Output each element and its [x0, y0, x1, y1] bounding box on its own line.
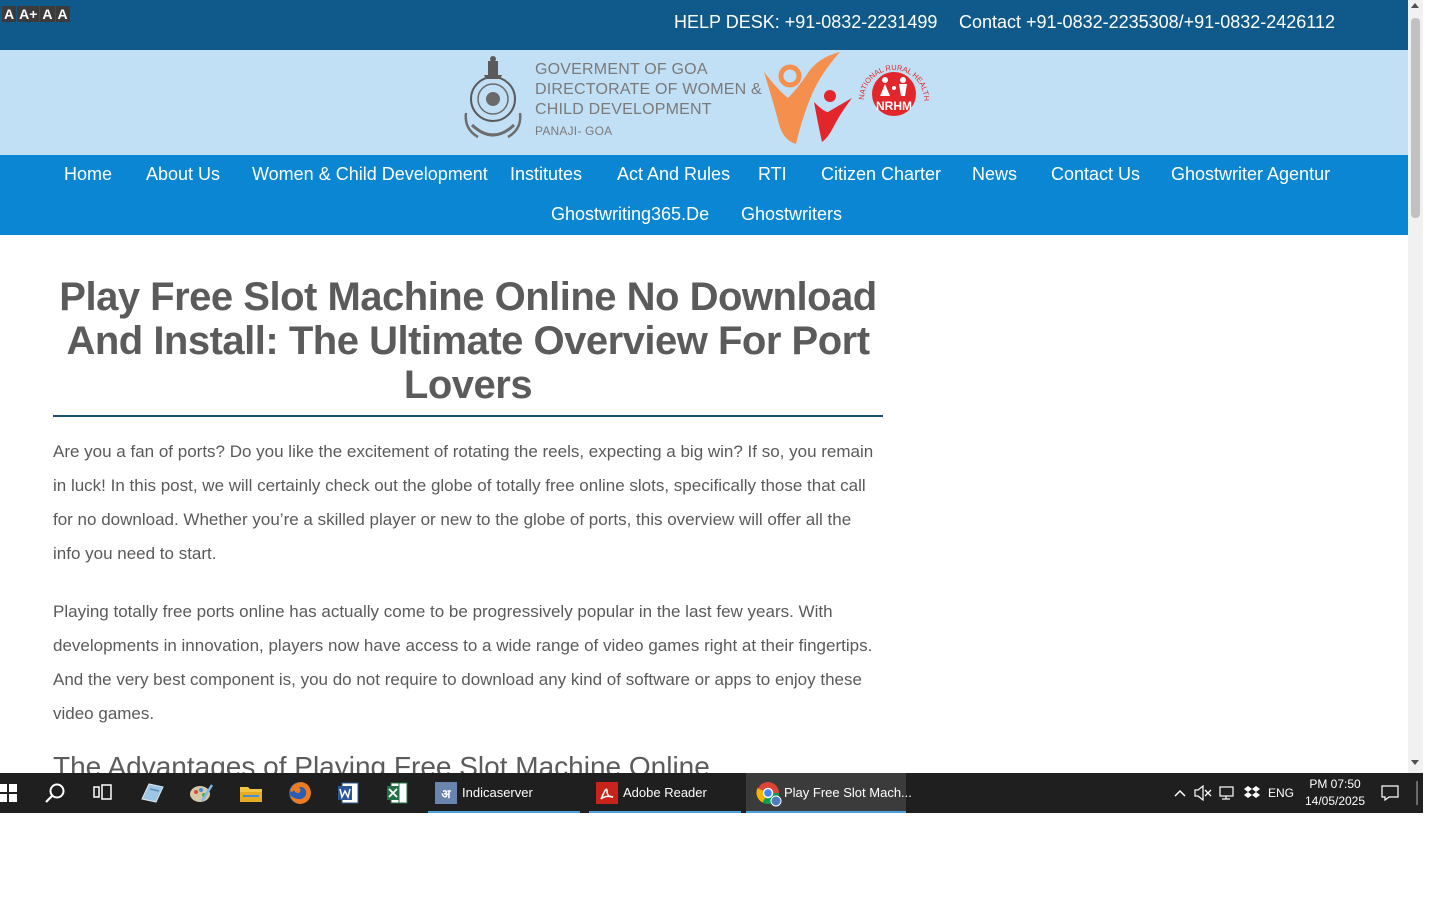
nav-about-us[interactable]: About Us	[146, 164, 220, 185]
nav-ghostwriter-agentur[interactable]: Ghostwriter Agentur	[1171, 164, 1330, 185]
nav-rti[interactable]: RTI	[758, 164, 787, 185]
search-button[interactable]	[31, 773, 79, 813]
nav-ghostwriting365[interactable]: Ghostwriting365.De	[551, 204, 709, 225]
nav-ghostwriters[interactable]: Ghostwriters	[741, 204, 842, 225]
taskbar-app-word[interactable]	[324, 773, 372, 813]
gov-line-1: GOVERMENT OF GOA	[535, 61, 708, 78]
active-indicator	[746, 811, 906, 813]
task-view-button[interactable]	[79, 773, 127, 813]
indicaserver-icon: अ	[435, 782, 457, 804]
article-paragraph-1: Are you a fan of ports? Do you like the …	[53, 442, 874, 563]
network-tray-button[interactable]	[1218, 773, 1238, 813]
notification-icon	[1381, 785, 1399, 801]
nav-act-and-rules[interactable]: Act And Rules	[617, 164, 730, 185]
windows-taskbar: अ Indicaserver Adobe Reader Play Free Sl…	[0, 773, 1423, 813]
folder-icon	[240, 787, 262, 802]
svg-text:अ: अ	[441, 787, 451, 801]
font-contrast-button[interactable]: A	[55, 6, 70, 22]
network-icon	[1219, 786, 1234, 800]
nrhm-label: NRHM	[876, 99, 912, 113]
nav-women-child-development[interactable]: Women & Child Development	[252, 164, 488, 185]
clock-date: 14/05/2025	[1304, 794, 1366, 808]
action-center-button[interactable]	[1378, 773, 1402, 813]
site-header-banner: GOVERMENT OF GOA DIRECTORATE OF WOMEN & …	[0, 50, 1408, 155]
nav-institutes[interactable]: Institutes	[510, 164, 582, 185]
gov-line-2: DIRECTORATE OF WOMEN &	[535, 81, 762, 98]
goa-emblem-icon[interactable]	[458, 53, 528, 141]
top-info-bar: A A+ A A HELP DESK: +91-0832-2231499 Con…	[0, 0, 1408, 50]
main-navigation: Home About Us Women & Child Development …	[0, 155, 1408, 235]
scroll-down-arrow-icon[interactable]	[1411, 760, 1419, 765]
article-content: Play Free Slot Machine Online No Downloa…	[53, 275, 883, 773]
taskbar-window-adobe-reader[interactable]: Adobe Reader	[589, 773, 741, 813]
window-label-chrome: Play Free Slot Mach...	[784, 785, 912, 800]
font-increase-button[interactable]: A+	[17, 6, 40, 22]
clock-time: PM 07:50	[1309, 777, 1361, 791]
show-hidden-icons-button[interactable]	[1170, 773, 1190, 813]
help-desk-number: HELP DESK: +91-0832-2231499	[674, 12, 938, 32]
dropbox-icon	[1244, 786, 1260, 798]
article-paragraph-2: Playing totally free ports online has ac…	[53, 602, 873, 723]
start-button[interactable]	[0, 773, 32, 813]
excel-icon	[387, 782, 408, 804]
window-label-indicaserver: Indicaserver	[462, 785, 533, 800]
volume-tray-button[interactable]	[1193, 773, 1213, 813]
system-clock[interactable]: PM 07:50 14/05/2025	[1300, 776, 1370, 810]
font-size-controls: A A+ A A	[2, 6, 70, 22]
gov-line-3: CHILD DEVELOPMENT	[535, 101, 712, 118]
adobe-reader-icon	[596, 782, 618, 804]
page-scrollbar[interactable]	[1408, 0, 1423, 773]
nrhm-logo-icon[interactable]: NATIONAL RURAL HEALTH MISSION NRHM	[856, 54, 932, 124]
dropbox-tray-button[interactable]	[1242, 773, 1262, 813]
gov-line-4: PANAJI- GOA	[535, 124, 613, 138]
taskbar-app-notes[interactable]	[128, 773, 176, 813]
browser-viewport: A A+ A A HELP DESK: +91-0832-2231499 Con…	[0, 0, 1408, 773]
nav-home[interactable]: Home	[64, 164, 112, 185]
font-decrease-button[interactable]: A	[2, 6, 17, 22]
word-icon	[338, 782, 359, 804]
taskbar-window-chrome-active[interactable]: Play Free Slot Mach...	[746, 773, 912, 813]
taskbar-window-indicaserver[interactable]: अ Indicaserver	[428, 773, 580, 813]
scrollbar-thumb[interactable]	[1411, 18, 1420, 218]
font-reset-button[interactable]: A	[40, 6, 55, 22]
article-title: Play Free Slot Machine Online No Downloa…	[59, 275, 877, 407]
directorate-name: GOVERMENT OF GOA DIRECTORATE OF WOMEN & …	[535, 60, 762, 142]
taskbar-app-paint[interactable]	[177, 773, 225, 813]
running-indicator	[428, 811, 580, 813]
windows-logo-icon	[0, 784, 17, 802]
nav-contact-us[interactable]: Contact Us	[1051, 164, 1140, 185]
nav-news[interactable]: News	[972, 164, 1017, 185]
running-indicator	[589, 811, 741, 813]
input-language-indicator[interactable]: ENG	[1266, 773, 1296, 813]
section-heading: The Advantages of Playing Free Slot Mach…	[53, 751, 710, 773]
taskbar-app-firefox[interactable]	[276, 773, 324, 813]
scroll-up-arrow-icon[interactable]	[1411, 3, 1419, 8]
taskbar-app-excel[interactable]	[373, 773, 421, 813]
chevron-up-icon	[1174, 789, 1186, 797]
contact-numbers: Contact +91-0832-2235308/+91-0832-242611…	[959, 12, 1335, 32]
chrome-icon	[756, 782, 782, 807]
show-desktop-button[interactable]	[1416, 781, 1418, 805]
nav-citizen-charter[interactable]: Citizen Charter	[821, 164, 941, 185]
speaker-muted-icon	[1194, 785, 1212, 801]
notes-app-icon	[141, 783, 164, 803]
window-label-adobe-reader: Adobe Reader	[623, 785, 707, 800]
task-view-icon	[93, 784, 112, 800]
firefox-icon	[289, 782, 311, 804]
taskbar-app-file-explorer[interactable]	[227, 773, 275, 813]
wcd-logo-icon[interactable]	[756, 50, 856, 150]
search-icon	[45, 783, 65, 803]
paint-app-icon	[190, 784, 214, 802]
title-divider	[53, 415, 883, 417]
